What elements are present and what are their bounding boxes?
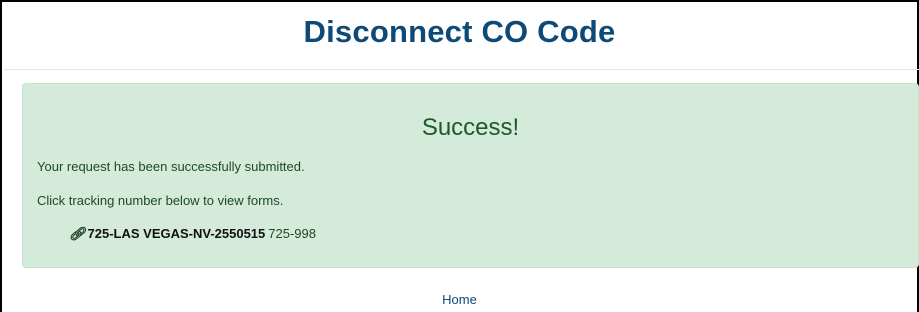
home-link-container: Home <box>2 292 917 307</box>
link-icon[interactable]: 🔗︎ <box>69 226 86 241</box>
tracking-instruction: Click tracking number below to view form… <box>37 193 284 208</box>
header-divider <box>4 69 919 70</box>
tracking-link[interactable]: 🔗︎ 725-LAS VEGAS-NV-2550515 725-998 <box>69 226 316 242</box>
tracking-code: 725-998 <box>268 226 316 241</box>
page-frame: Disconnect CO Code Success! Your request… <box>0 0 919 312</box>
success-alert: Success! Your request has been successfu… <box>22 83 919 268</box>
success-message: Your request has been successfully submi… <box>37 159 305 174</box>
page-title: Disconnect CO Code <box>303 14 616 49</box>
alert-heading: Success! <box>421 114 520 141</box>
home-link[interactable]: Home <box>442 292 477 307</box>
tracking-number[interactable]: 725-LAS VEGAS-NV-2550515 <box>88 226 266 241</box>
